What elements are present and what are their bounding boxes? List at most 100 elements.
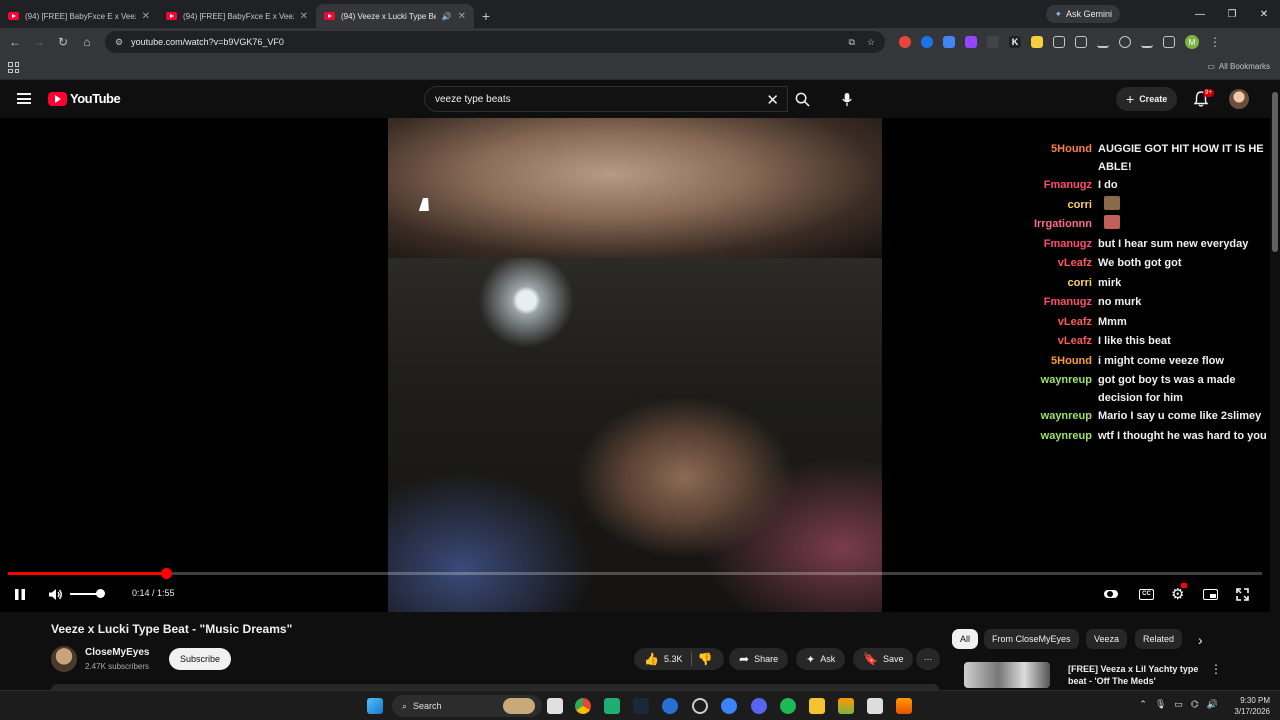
extension-icon[interactable]	[1031, 36, 1043, 48]
search-button[interactable]	[788, 86, 816, 112]
app-icon[interactable]	[867, 698, 883, 714]
forward-icon[interactable]: →	[27, 30, 51, 54]
site-info-icon[interactable]: ⚙	[115, 37, 123, 48]
back-icon[interactable]: ←	[3, 30, 27, 54]
apps-grid-icon[interactable]	[8, 62, 19, 73]
captions-button[interactable]: CC	[1139, 585, 1154, 603]
close-tab-icon[interactable]: ✕	[300, 11, 308, 22]
autoplay-toggle[interactable]	[1104, 585, 1118, 603]
more-actions-button[interactable]: ···	[916, 648, 940, 670]
chat-message: waynreup got got boy ts was a made decisi…	[1028, 371, 1278, 407]
chat-message: waynreup wtf I thought he was hard to you	[1028, 427, 1278, 447]
download-icon[interactable]	[1141, 36, 1153, 48]
extension-icon[interactable]: K	[1009, 36, 1021, 48]
extension-icon[interactable]	[987, 36, 999, 48]
chrome-icon[interactable]	[575, 698, 591, 714]
bookmarks-icon[interactable]	[1119, 36, 1131, 48]
close-window-icon[interactable]: ✕	[1248, 0, 1280, 28]
link-icon[interactable]	[1097, 36, 1109, 48]
share-button[interactable]: ➦ Share	[729, 648, 789, 670]
extensions-puzzle-icon[interactable]	[1053, 36, 1065, 48]
install-app-icon[interactable]: ⧉	[848, 37, 854, 48]
pause-button[interactable]	[14, 585, 26, 603]
reading-mode-icon[interactable]	[1075, 36, 1087, 48]
ask-gemini-button[interactable]: ✦ Ask Gemini	[1046, 5, 1120, 23]
filter-chip-all[interactable]: All	[952, 629, 979, 649]
browser-tab[interactable]: (94) [FREE] BabyFxce E x Veeze x ✕	[0, 4, 158, 28]
related-video-thumbnail[interactable]	[964, 662, 1050, 688]
page-scrollbar[interactable]	[1270, 80, 1280, 690]
progress-bar[interactable]	[8, 568, 1262, 579]
fullscreen-button[interactable]	[1236, 585, 1249, 603]
extension-icon[interactable]	[965, 36, 977, 48]
reload-icon[interactable]: ↻	[51, 30, 75, 54]
browser-tab-active[interactable]: (94) Veeze x Lucki Type Beat 🔊 ✕	[316, 4, 474, 28]
create-button[interactable]: + Create	[1116, 87, 1178, 111]
filter-chip-related[interactable]: Related	[1135, 629, 1183, 649]
app-icon[interactable]	[838, 698, 854, 714]
extension-icon[interactable]	[899, 36, 911, 48]
widget-icon[interactable]	[503, 698, 535, 714]
close-tab-icon[interactable]: ✕	[142, 11, 150, 22]
subscribe-button[interactable]: Subscribe	[169, 648, 232, 670]
close-tab-icon[interactable]: ✕	[458, 11, 466, 22]
save-button[interactable]: 🔖 Save	[853, 648, 914, 670]
like-button[interactable]: 👍 5.3K	[644, 652, 682, 666]
display-icon[interactable]: ▭	[1174, 699, 1183, 710]
app-icon[interactable]	[721, 698, 737, 714]
bookmark-star-icon[interactable]: ☆	[867, 37, 875, 48]
account-avatar[interactable]	[1229, 89, 1249, 109]
profile-avatar[interactable]: M	[1185, 35, 1199, 49]
extension-icon[interactable]	[921, 36, 933, 48]
address-bar[interactable]: ⚙ youtube.com/watch?v=b9VGK76_VF0 ⧉ ☆	[105, 31, 885, 53]
app-icon[interactable]	[604, 698, 620, 714]
browser-menu-icon[interactable]: ⋮	[1209, 35, 1221, 49]
dislike-button[interactable]: 👎	[697, 652, 712, 666]
ask-button[interactable]: ✦ Ask	[796, 648, 846, 670]
taskbar-clock[interactable]: 9:30 PM 3/17/2026	[1234, 695, 1270, 717]
settings-button[interactable]: ⚙	[1171, 583, 1187, 603]
new-tab-button[interactable]: +	[474, 4, 498, 28]
steam-icon[interactable]	[633, 698, 649, 714]
youtube-logo[interactable]: YouTube	[48, 91, 121, 106]
discord-icon[interactable]	[751, 698, 767, 714]
extension-icon[interactable]	[943, 36, 955, 48]
clear-search-icon[interactable]: ✕	[766, 91, 779, 109]
scrollbar-thumb[interactable]	[1272, 92, 1278, 252]
filter-chip-veeza[interactable]: Veeza	[1086, 629, 1128, 649]
minimize-icon[interactable]: —	[1184, 0, 1216, 28]
browser-app-icon[interactable]	[662, 698, 678, 714]
chevron-up-icon[interactable]: ⌃	[1139, 699, 1147, 710]
windows-start-icon[interactable]	[367, 698, 383, 714]
search-input[interactable]: veeze type beats ✕	[424, 86, 788, 112]
speaker-icon[interactable]: 🔊	[442, 12, 452, 21]
all-bookmarks-button[interactable]: ▭ All Bookmarks	[1207, 62, 1270, 71]
home-icon[interactable]: ⌂	[75, 30, 99, 54]
chat-username: vLeafz	[1057, 257, 1092, 269]
app-icon[interactable]	[896, 698, 912, 714]
related-video-title[interactable]: [FREE] Veeza x Lil Yachty type beat - 'O…	[1068, 663, 1203, 687]
progress-scrubber[interactable]	[161, 568, 172, 579]
file-explorer-icon[interactable]	[809, 698, 825, 714]
filter-chip-channel[interactable]: From CloseMyEyes	[984, 629, 1079, 649]
ask-gemini-label: Ask Gemini	[1065, 9, 1112, 19]
restore-icon[interactable]: ❐	[1216, 0, 1248, 28]
network-icon[interactable]: ⌬	[1191, 699, 1199, 710]
volume-slider-handle[interactable]	[96, 589, 105, 598]
app-icon[interactable]	[692, 698, 708, 714]
spotify-icon[interactable]	[780, 698, 796, 714]
task-view-icon[interactable]	[547, 698, 563, 714]
side-panel-icon[interactable]	[1163, 36, 1175, 48]
menu-hamburger-icon[interactable]	[17, 93, 31, 104]
channel-name[interactable]: CloseMyEyes	[85, 647, 149, 658]
miniplayer-button[interactable]	[1203, 585, 1218, 603]
channel-avatar[interactable]	[51, 646, 77, 672]
related-video-menu-icon[interactable]: ⋮	[1210, 662, 1222, 676]
video-player[interactable]: 5Hound AUGGIE GOT HIT HOW IT IS HE ABLE! F…	[0, 118, 1270, 612]
voice-search-button[interactable]	[834, 86, 860, 112]
mute-button[interactable]	[48, 585, 63, 603]
browser-tab[interactable]: (94) [FREE] BabyFxce E x Veeze x ✕	[158, 4, 316, 28]
speaker-tray-icon[interactable]: 🔊	[1207, 699, 1218, 710]
microphone-tray-icon[interactable]: 🎙	[1155, 699, 1166, 710]
chevron-right-icon[interactable]: ›	[1198, 632, 1203, 648]
